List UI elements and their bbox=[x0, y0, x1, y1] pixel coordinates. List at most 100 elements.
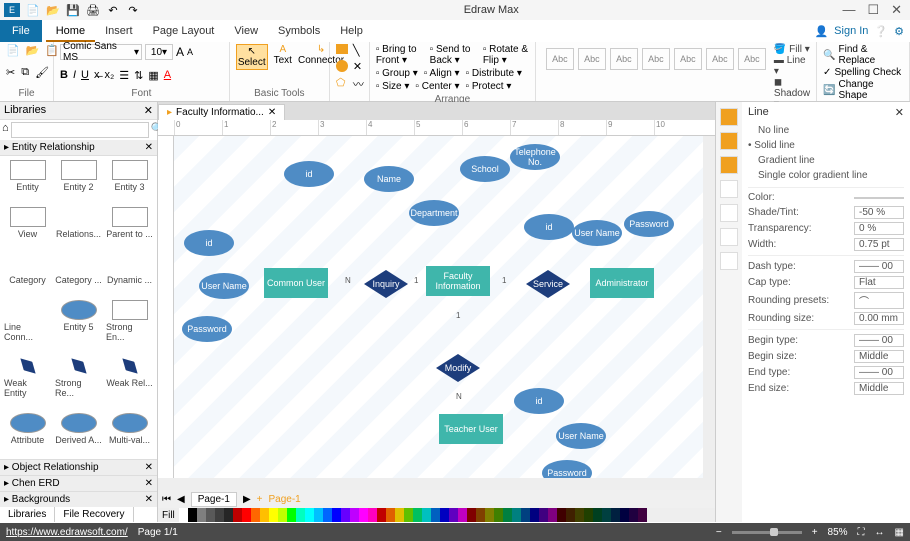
new-icon[interactable]: 📄 bbox=[26, 3, 40, 17]
swatch[interactable] bbox=[458, 508, 467, 522]
node-inquiry[interactable]: Inquiry bbox=[364, 270, 408, 298]
new-doc-icon[interactable]: 📄 bbox=[6, 44, 20, 58]
grow-font-icon[interactable]: A bbox=[176, 45, 184, 59]
node-un1[interactable]: User Name bbox=[572, 220, 622, 246]
file-menu[interactable]: File bbox=[0, 20, 42, 42]
lib-section-object-relationship[interactable]: ▸ Object Relationship✕ bbox=[0, 459, 157, 475]
lib-item-strong-re---[interactable]: Strong Re... bbox=[55, 356, 102, 409]
lib-item-parent-to----[interactable]: Parent to ... bbox=[106, 207, 153, 250]
swatch[interactable] bbox=[197, 508, 206, 522]
help-icon[interactable]: ❔ bbox=[874, 25, 888, 38]
page-add-icon[interactable]: + bbox=[257, 494, 263, 505]
fontcolor-button[interactable]: A bbox=[164, 69, 171, 82]
arrange-align[interactable]: ▫ Align ▾ bbox=[424, 68, 460, 79]
style-preset-1[interactable]: Abc bbox=[578, 48, 606, 70]
lib-item-multi-val---[interactable]: Multi-val... bbox=[106, 413, 153, 456]
lib-item-entity-2[interactable]: Entity 2 bbox=[55, 160, 102, 203]
arrange-size[interactable]: ▫ Size ▾ bbox=[376, 81, 410, 92]
horizontal-scrollbar[interactable] bbox=[158, 478, 715, 490]
lib-item-dynamic----[interactable]: Dynamic ... bbox=[106, 253, 153, 296]
shrink-font-icon[interactable]: A bbox=[187, 47, 193, 57]
swatch[interactable] bbox=[512, 508, 521, 522]
line-panel-close-icon[interactable]: ✕ bbox=[895, 106, 904, 119]
undo-icon[interactable]: ↶ bbox=[106, 3, 120, 17]
lib-item-relations---[interactable]: Relations... bbox=[55, 207, 102, 250]
help-tab-icon[interactable] bbox=[720, 252, 738, 270]
swatch[interactable] bbox=[323, 508, 332, 522]
lib-home-icon[interactable]: ⌂ bbox=[2, 122, 9, 138]
swatch[interactable] bbox=[629, 508, 638, 522]
round-preset[interactable]: ⌒ bbox=[854, 292, 904, 309]
swatch[interactable] bbox=[593, 508, 602, 522]
lib-section-chen-erd[interactable]: ▸ Chen ERD✕ bbox=[0, 475, 157, 491]
swatch[interactable] bbox=[305, 508, 314, 522]
page-tab-1[interactable]: Page-1 bbox=[191, 492, 237, 507]
rsize-value[interactable]: 0.00 mm bbox=[854, 312, 904, 325]
swatch[interactable] bbox=[449, 508, 458, 522]
find-replace-button[interactable]: 🔍 Find & Replace bbox=[823, 44, 903, 66]
color-swatches[interactable] bbox=[179, 508, 647, 522]
swatch[interactable] bbox=[485, 508, 494, 522]
minimize-icon[interactable]: — bbox=[842, 2, 855, 18]
lib-item-derived-a---[interactable]: Derived A... bbox=[55, 413, 102, 456]
arrange-rotate---flip[interactable]: ▫ Rotate & Flip ▾ bbox=[483, 44, 529, 66]
page-first-icon[interactable]: ⏮ bbox=[162, 494, 171, 505]
swatch[interactable] bbox=[314, 508, 323, 522]
lib-item-weak-entity[interactable]: Weak Entity bbox=[4, 356, 51, 409]
cut-icon[interactable]: ✂ bbox=[6, 66, 15, 80]
vertical-scrollbar[interactable] bbox=[703, 136, 715, 478]
text-tool[interactable]: AText bbox=[274, 44, 292, 66]
swatch[interactable] bbox=[287, 508, 296, 522]
swatch[interactable] bbox=[377, 508, 386, 522]
line-tab-icon[interactable] bbox=[720, 108, 738, 126]
swatch[interactable] bbox=[557, 508, 566, 522]
node-pw3[interactable]: Password bbox=[542, 460, 592, 478]
arrange-center[interactable]: ▫ Center ▾ bbox=[415, 81, 459, 92]
circle-shape-icon[interactable] bbox=[336, 60, 348, 72]
zoom-in-icon[interactable]: + bbox=[812, 527, 818, 538]
swatch[interactable] bbox=[440, 508, 449, 522]
line-style-gradient-line[interactable]: Gradient line bbox=[748, 153, 904, 168]
shade-value[interactable]: -50 % bbox=[854, 206, 904, 219]
swatch[interactable] bbox=[188, 508, 197, 522]
select-tool[interactable]: ↖Select bbox=[236, 44, 268, 70]
esize-value[interactable]: Middle bbox=[854, 382, 904, 395]
width-value[interactable]: 0.75 pt bbox=[854, 238, 904, 251]
view-mode-icon[interactable]: ▦ bbox=[895, 527, 904, 538]
swatch[interactable] bbox=[467, 508, 476, 522]
line-style-single-color-gradient-line[interactable]: Single color gradient line bbox=[748, 168, 904, 183]
lib-section-er[interactable]: Entity Relationship bbox=[12, 142, 95, 153]
line-style-solid-line[interactable]: Solid line bbox=[748, 138, 904, 153]
lib-item-category----[interactable]: Category ... bbox=[55, 253, 102, 296]
rect-shape-icon[interactable] bbox=[336, 44, 348, 54]
swatch[interactable] bbox=[332, 508, 341, 522]
file-recovery-tab[interactable]: File Recovery bbox=[55, 507, 133, 522]
save-icon[interactable]: 💾 bbox=[66, 3, 80, 17]
libraries-tab[interactable]: Libraries bbox=[0, 507, 55, 522]
node-faculty[interactable]: Faculty Information bbox=[426, 266, 490, 296]
x-shape-icon[interactable]: ✕ bbox=[353, 60, 367, 73]
menu-tab-insert[interactable]: Insert bbox=[95, 22, 143, 40]
swatch[interactable] bbox=[386, 508, 395, 522]
swatch[interactable] bbox=[413, 508, 422, 522]
format-painter-icon[interactable]: 🖌 bbox=[35, 66, 49, 80]
swatch[interactable] bbox=[548, 508, 557, 522]
node-pw2[interactable]: Password bbox=[182, 316, 232, 342]
style-preset-6[interactable]: Abc bbox=[738, 48, 766, 70]
open-icon[interactable]: 📂 bbox=[46, 3, 60, 17]
swatch[interactable] bbox=[611, 508, 620, 522]
lib-item-category[interactable]: Category bbox=[4, 253, 51, 296]
swatch[interactable] bbox=[260, 508, 269, 522]
redo-icon[interactable]: ↷ bbox=[126, 3, 140, 17]
node-tel[interactable]: Telephone No. bbox=[510, 144, 560, 170]
close-icon[interactable]: ✕ bbox=[891, 2, 902, 18]
node-teacher[interactable]: Teacher User bbox=[439, 414, 503, 444]
swatch[interactable] bbox=[296, 508, 305, 522]
swatch[interactable] bbox=[368, 508, 377, 522]
lib-item-entity[interactable]: Entity bbox=[4, 160, 51, 203]
line-style-no-line[interactable]: No line bbox=[748, 123, 904, 138]
swatch[interactable] bbox=[224, 508, 233, 522]
arrange-bring-to-front[interactable]: ▫ Bring to Front ▾ bbox=[376, 44, 424, 66]
highlight-button[interactable]: ▦ bbox=[148, 69, 158, 82]
cap-value[interactable]: Flat bbox=[854, 276, 904, 289]
